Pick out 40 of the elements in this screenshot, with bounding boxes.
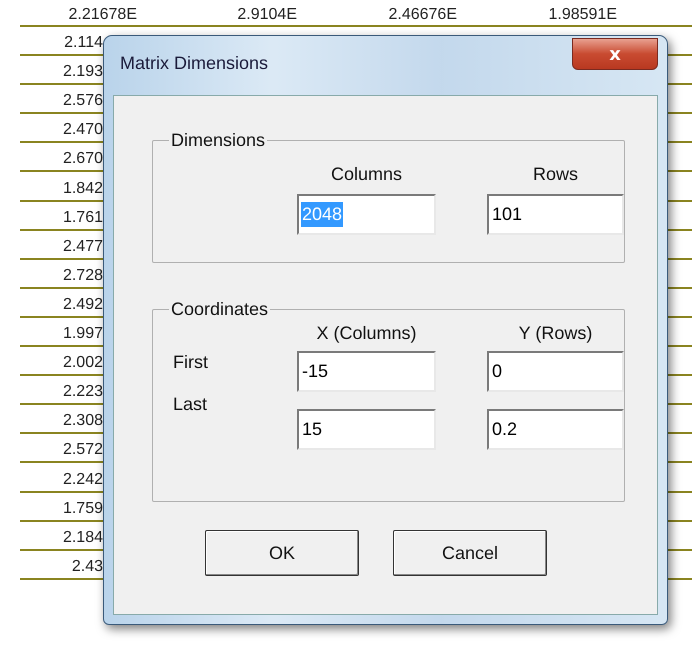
table-cell-text: 2.492 <box>62 294 103 315</box>
window-title: Matrix Dimensions <box>120 53 268 74</box>
dialog-button[interactable]: Cancel <box>393 530 547 576</box>
close-button[interactable]: x <box>572 38 658 70</box>
group-legend: Dimensions <box>169 130 268 151</box>
table-cell-text: 2.477 <box>62 236 103 257</box>
input-field[interactable]: 0 <box>487 351 624 392</box>
table-cell-text: 1.842 <box>62 178 103 199</box>
group-legend: Coordinates <box>169 299 270 320</box>
table-cell-text: 2.242 <box>62 470 103 490</box>
table-cell-text: 2.9104E <box>236 5 297 25</box>
table-cell-text: 1.761 <box>62 208 103 228</box>
row-label: First <box>173 352 209 373</box>
table-cell-text: 2.43 <box>70 556 103 577</box>
input-field[interactable]: 0.2 <box>487 409 624 450</box>
column-label: Columns <box>330 164 404 184</box>
input-field[interactable]: 15 <box>297 409 436 450</box>
table-cell-text: 2.670 <box>62 149 103 170</box>
table-cell-text: 2.114 <box>63 33 103 54</box>
table-cell-text: 1.98591E <box>547 5 617 25</box>
input-field[interactable]: -15 <box>297 351 436 392</box>
table-cell-text: 2.576 <box>62 91 103 112</box>
table-cell-text: 2.223 <box>62 382 103 402</box>
table-cell-text: 1.759 <box>62 498 103 519</box>
table-cell-text: 2.572 <box>62 440 103 460</box>
column-label: Y (Rows) <box>518 322 594 344</box>
table-cell-text: 2.21678E <box>67 5 137 25</box>
table-cell-text: 2.308 <box>62 411 103 432</box>
row-label: Last <box>173 394 208 415</box>
table-cell-text: 2.002 <box>62 353 103 374</box>
input-field[interactable]: 101 <box>487 194 624 234</box>
table-cell-text: 2.470 <box>62 120 103 140</box>
column-label: X (Columns) <box>315 322 418 344</box>
table-cell-text: 2.728 <box>62 266 103 286</box>
table-cell-text: 2.193 <box>62 62 103 82</box>
table-cell-text: 1.997 <box>62 324 103 344</box>
column-label: Rows <box>532 164 579 184</box>
dialog-button[interactable]: OK <box>205 530 359 576</box>
table-cell-text: 2.184 <box>62 528 103 548</box>
table-cell-text: 2.46676E <box>387 5 457 25</box>
